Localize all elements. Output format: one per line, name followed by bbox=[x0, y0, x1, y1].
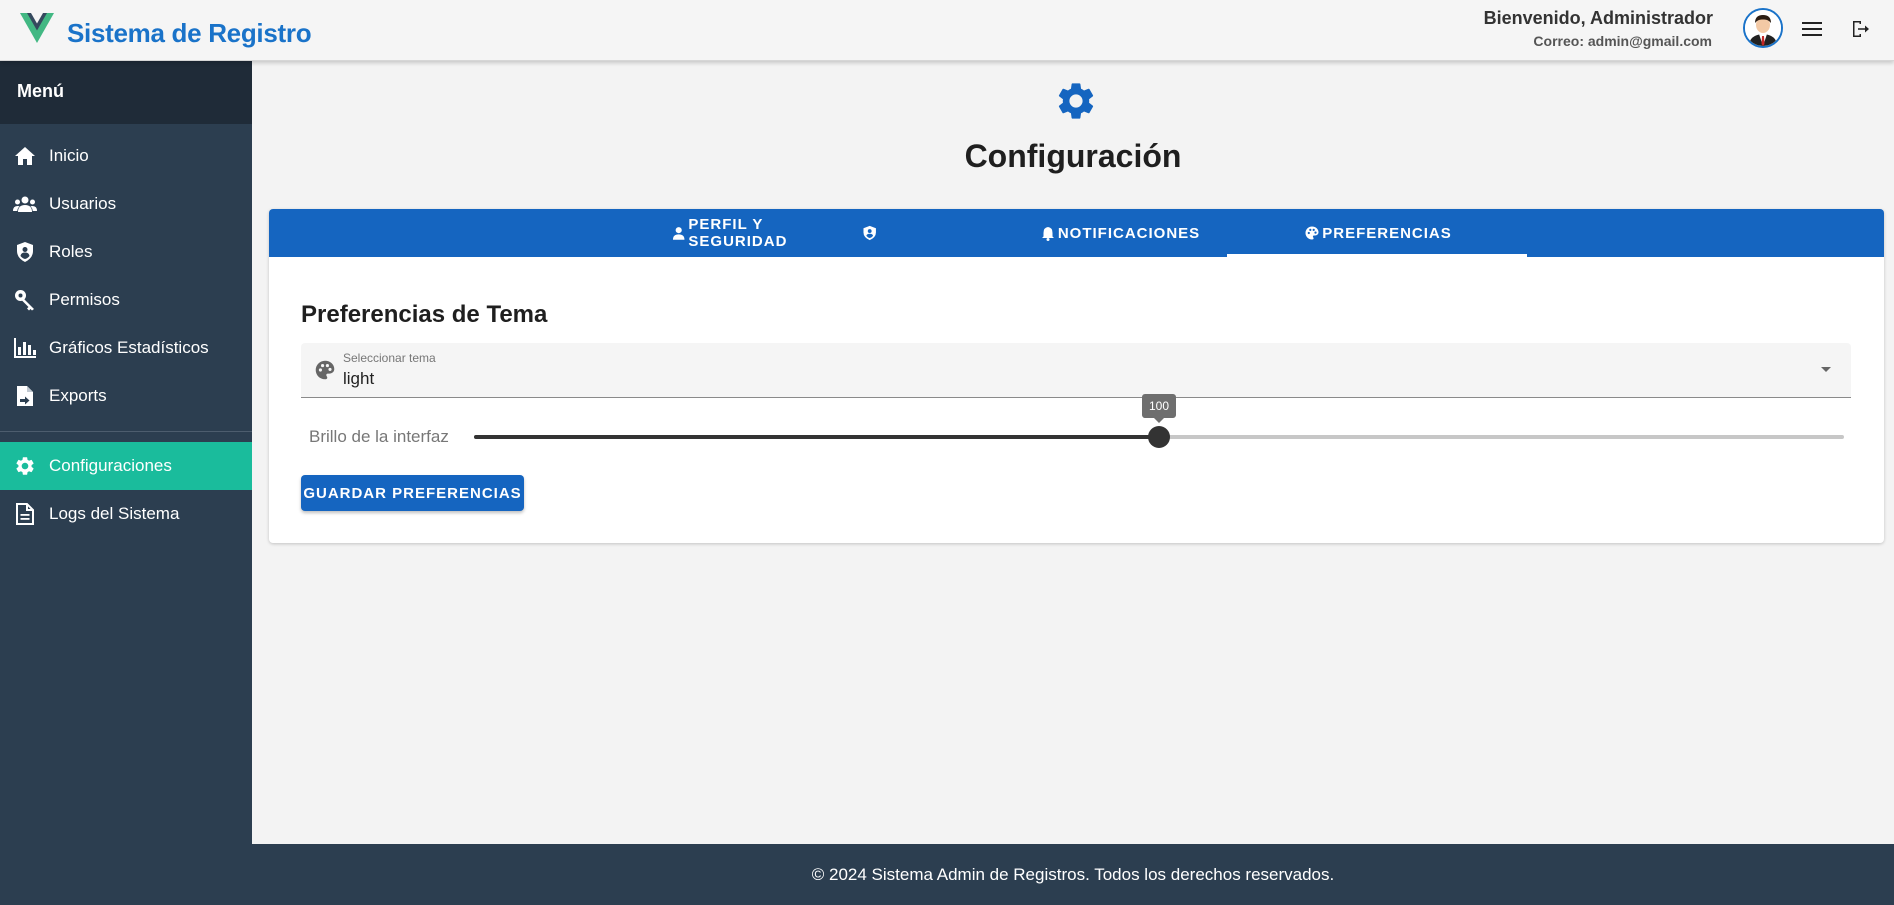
welcome-text: Bienvenido, Administrador bbox=[1483, 8, 1713, 28]
sidebar-item-usuarios[interactable]: Usuarios bbox=[0, 180, 252, 228]
tab-label: PREFERENCIAS bbox=[1322, 224, 1452, 242]
logout-icon bbox=[1853, 21, 1869, 37]
tab-label: PERFIL Y SEGURIDAD bbox=[688, 216, 788, 250]
app-title: Sistema de Registro bbox=[67, 18, 312, 48]
palette-icon bbox=[315, 360, 335, 380]
theme-select-label: Seleccionar tema bbox=[343, 351, 436, 365]
sidebar-item-label: Permisos bbox=[49, 290, 120, 309]
sidebar-item-label: Logs del Sistema bbox=[49, 504, 180, 523]
sidebar-item-permisos[interactable]: Permisos bbox=[0, 276, 252, 324]
logout-button[interactable] bbox=[1845, 14, 1875, 44]
hamburger-menu-button[interactable] bbox=[1797, 14, 1827, 44]
sidebar-divider bbox=[0, 431, 252, 432]
sidebar-item-label: Gráficos Estadísticos bbox=[49, 338, 209, 357]
palette-icon bbox=[1305, 226, 1319, 240]
sidebar-item-label: Inicio bbox=[49, 146, 89, 165]
tab-perfil-y-seguridad[interactable]: PERFIL Y SEGURIDAD bbox=[669, 209, 879, 257]
sidebar-item-graficos-estadisticos[interactable]: Gráficos Estadísticos bbox=[0, 324, 252, 372]
chevron-down-icon bbox=[1821, 367, 1831, 372]
sidebar-item-roles[interactable]: Roles bbox=[0, 228, 252, 276]
shield-icon bbox=[13, 240, 37, 264]
footer-text: © 2024 Sistema Admin de Registros. Todos… bbox=[811, 864, 1335, 884]
sidebar-item-label: Configuraciones bbox=[49, 456, 172, 475]
vue-logo-icon bbox=[20, 13, 54, 43]
sidebar: Menú Inicio Usuarios Roles Permisos Gráf… bbox=[0, 61, 252, 905]
sidebar-item-inicio[interactable]: Inicio bbox=[0, 132, 252, 180]
user-avatar-icon bbox=[1745, 10, 1781, 46]
sidebar-item-exports[interactable]: Exports bbox=[0, 372, 252, 420]
sidebar-item-label: Roles bbox=[49, 242, 93, 261]
brightness-value-tooltip: 100 bbox=[1142, 394, 1176, 423]
section-title: Preferencias de Tema bbox=[301, 301, 548, 328]
save-preferences-button[interactable]: GUARDAR PREFERENCIAS bbox=[301, 475, 524, 511]
bell-icon bbox=[1041, 226, 1054, 241]
tab-notificaciones[interactable]: NOTIFICACIONES bbox=[969, 209, 1269, 257]
footer: © 2024 Sistema Admin de Registros. Todos… bbox=[252, 844, 1894, 905]
user-email: Correo: admin@gmail.com bbox=[1533, 33, 1712, 49]
gear-icon bbox=[13, 454, 37, 478]
theme-select[interactable]: Seleccionar tema light bbox=[301, 343, 1851, 398]
brightness-slider[interactable]: 100 bbox=[474, 394, 1844, 448]
sidebar-item-logs-del-sistema[interactable]: Logs del Sistema bbox=[0, 490, 252, 538]
top-header: Sistema de Registro Bienvenido, Administ… bbox=[0, 0, 1894, 61]
shield-account-icon bbox=[863, 225, 876, 241]
brightness-slider-fill bbox=[474, 435, 1159, 439]
sidebar-item-configuraciones[interactable]: Configuraciones bbox=[0, 442, 252, 490]
key-icon bbox=[13, 288, 37, 312]
settings-card: PERFIL Y SEGURIDAD NOTIFICACIONES PREFER… bbox=[269, 209, 1884, 543]
brightness-label: Brillo de la interfaz bbox=[309, 427, 449, 446]
tab-bar: PERFIL Y SEGURIDAD NOTIFICACIONES PREFER… bbox=[269, 209, 1884, 257]
brightness-slider-thumb[interactable] bbox=[1148, 426, 1170, 448]
home-icon bbox=[13, 144, 37, 168]
person-icon bbox=[672, 227, 685, 240]
file-export-icon bbox=[13, 384, 37, 408]
sidebar-title: Menú bbox=[0, 61, 252, 124]
document-icon bbox=[13, 502, 37, 526]
sidebar-item-label: Exports bbox=[49, 386, 107, 405]
tab-label: NOTIFICACIONES bbox=[1057, 224, 1201, 242]
users-icon bbox=[13, 192, 37, 216]
gear-icon bbox=[1058, 83, 1094, 119]
hamburger-menu-icon bbox=[1802, 22, 1822, 36]
page-title: Configuración bbox=[964, 138, 1182, 174]
sidebar-item-label: Usuarios bbox=[49, 194, 117, 213]
avatar[interactable] bbox=[1743, 8, 1783, 48]
theme-select-value: light bbox=[343, 369, 375, 388]
tab-preferencias[interactable]: PREFERENCIAS bbox=[1227, 209, 1527, 257]
bar-chart-icon bbox=[13, 336, 37, 360]
